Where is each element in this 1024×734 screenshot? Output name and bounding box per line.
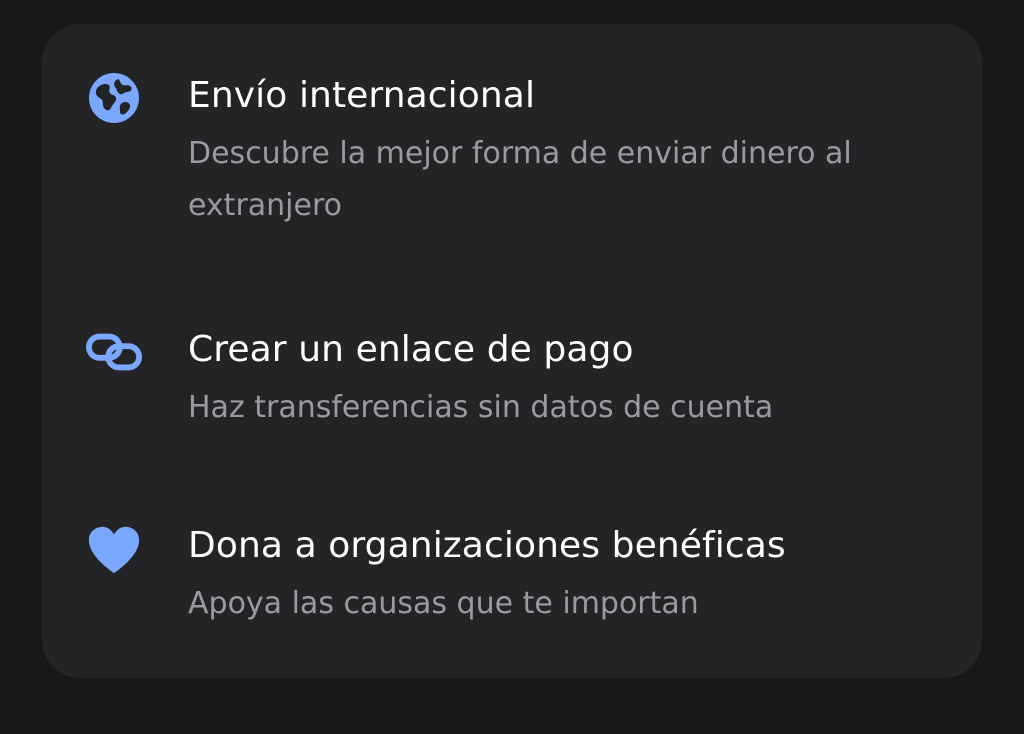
option-subtitle: Haz transferencias sin datos de cuenta	[188, 390, 774, 425]
option-title: Crear un enlace de pago	[188, 329, 634, 370]
link-icon	[86, 324, 142, 380]
option-title: Envío internacional	[188, 75, 536, 116]
option-subtitle: Apoya las causas que te importan	[188, 586, 699, 621]
option-donate-charities[interactable]: Dona a organizaciones benéficas Apoya la…	[42, 520, 982, 640]
option-create-payment-link[interactable]: Crear un enlace de pago Haz transferenci…	[42, 324, 982, 444]
option-international-transfer[interactable]: Envío internacional Descubre la mejor fo…	[42, 70, 982, 250]
heart-icon	[86, 522, 142, 578]
options-card: Envío internacional Descubre la mejor fo…	[42, 24, 982, 678]
globe-icon	[86, 70, 142, 126]
option-subtitle: Descubre la mejor forma de enviar dinero…	[188, 136, 852, 223]
option-title: Dona a organizaciones benéficas	[188, 525, 786, 566]
